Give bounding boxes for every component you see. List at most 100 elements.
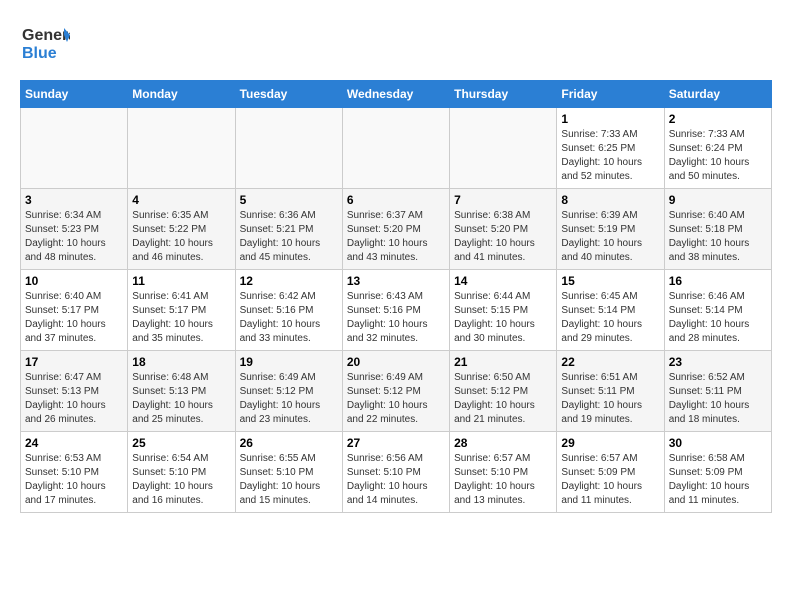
day-number: 13 <box>347 274 445 288</box>
day-number: 18 <box>132 355 230 369</box>
day-info: Sunrise: 6:57 AMSunset: 5:10 PMDaylight:… <box>454 452 552 508</box>
calendar-cell: 7 Sunrise: 6:38 AMSunset: 5:20 PMDaylight… <box>450 189 557 270</box>
day-info: Sunrise: 6:35 AMSunset: 5:22 PMDaylight:… <box>132 209 230 265</box>
day-number: 11 <box>132 274 230 288</box>
day-info: Sunrise: 7:33 AMSunset: 6:24 PMDaylight:… <box>669 128 767 184</box>
day-number: 27 <box>347 436 445 450</box>
day-info: Sunrise: 6:49 AMSunset: 5:12 PMDaylight:… <box>240 371 338 427</box>
calendar-cell: 26 Sunrise: 6:55 AMSunset: 5:10 PMDayligh… <box>235 432 342 513</box>
day-number: 14 <box>454 274 552 288</box>
day-number: 4 <box>132 193 230 207</box>
day-info: Sunrise: 6:51 AMSunset: 5:11 PMDaylight:… <box>561 371 659 427</box>
calendar-cell: 2 Sunrise: 7:33 AMSunset: 6:24 PMDaylight… <box>664 108 771 189</box>
calendar-cell: 9 Sunrise: 6:40 AMSunset: 5:18 PMDaylight… <box>664 189 771 270</box>
day-info: Sunrise: 6:43 AMSunset: 5:16 PMDaylight:… <box>347 290 445 346</box>
day-info: Sunrise: 6:50 AMSunset: 5:12 PMDaylight:… <box>454 371 552 427</box>
weekday-header-wednesday: Wednesday <box>342 81 449 108</box>
calendar-cell <box>342 108 449 189</box>
day-number: 16 <box>669 274 767 288</box>
day-info: Sunrise: 6:34 AMSunset: 5:23 PMDaylight:… <box>25 209 123 265</box>
calendar-cell: 16Sunrise: 6:46 AMSunset: 5:14 PMDayligh… <box>664 270 771 351</box>
day-info: Sunrise: 6:40 AMSunset: 5:17 PMDaylight:… <box>25 290 123 346</box>
calendar-cell: 6 Sunrise: 6:37 AMSunset: 5:20 PMDaylight… <box>342 189 449 270</box>
calendar-cell <box>128 108 235 189</box>
calendar-cell: 30 Sunrise: 6:58 AMSunset: 5:09 PMDayligh… <box>664 432 771 513</box>
day-number: 19 <box>240 355 338 369</box>
calendar-cell: 23 Sunrise: 6:52 AMSunset: 5:11 PMDayligh… <box>664 351 771 432</box>
weekday-header-friday: Friday <box>557 81 664 108</box>
calendar-cell <box>21 108 128 189</box>
day-info: Sunrise: 6:47 AMSunset: 5:13 PMDaylight:… <box>25 371 123 427</box>
day-info: Sunrise: 6:38 AMSunset: 5:20 PMDaylight:… <box>454 209 552 265</box>
calendar-cell: 29 Sunrise: 6:57 AMSunset: 5:09 PMDayligh… <box>557 432 664 513</box>
day-number: 21 <box>454 355 552 369</box>
day-info: Sunrise: 6:52 AMSunset: 5:11 PMDaylight:… <box>669 371 767 427</box>
day-number: 5 <box>240 193 338 207</box>
calendar-cell: 17 Sunrise: 6:47 AMSunset: 5:13 PMDayligh… <box>21 351 128 432</box>
weekday-header-row: SundayMondayTuesdayWednesdayThursdayFrid… <box>21 81 772 108</box>
day-info: Sunrise: 6:57 AMSunset: 5:09 PMDaylight:… <box>561 452 659 508</box>
calendar-cell: 22 Sunrise: 6:51 AMSunset: 5:11 PMDayligh… <box>557 351 664 432</box>
calendar-cell: 24 Sunrise: 6:53 AMSunset: 5:10 PMDayligh… <box>21 432 128 513</box>
day-number: 28 <box>454 436 552 450</box>
day-info: Sunrise: 6:42 AMSunset: 5:16 PMDaylight:… <box>240 290 338 346</box>
day-number: 22 <box>561 355 659 369</box>
calendar-table: SundayMondayTuesdayWednesdayThursdayFrid… <box>20 80 772 513</box>
day-number: 30 <box>669 436 767 450</box>
day-number: 8 <box>561 193 659 207</box>
calendar-cell: 8 Sunrise: 6:39 AMSunset: 5:19 PMDaylight… <box>557 189 664 270</box>
weekday-header-saturday: Saturday <box>664 81 771 108</box>
calendar-cell: 12 Sunrise: 6:42 AMSunset: 5:16 PMDayligh… <box>235 270 342 351</box>
day-info: Sunrise: 6:48 AMSunset: 5:13 PMDaylight:… <box>132 371 230 427</box>
day-info: Sunrise: 6:37 AMSunset: 5:20 PMDaylight:… <box>347 209 445 265</box>
svg-text:General: General <box>22 27 70 44</box>
calendar-week-1: 1 Sunrise: 7:33 AMSunset: 6:25 PMDaylight… <box>21 108 772 189</box>
calendar-cell: 14 Sunrise: 6:44 AMSunset: 5:15 PMDayligh… <box>450 270 557 351</box>
logo: General Blue <box>20 20 70 70</box>
day-info: Sunrise: 6:45 AMSunset: 5:14 PMDaylight:… <box>561 290 659 346</box>
calendar-week-5: 24 Sunrise: 6:53 AMSunset: 5:10 PMDayligh… <box>21 432 772 513</box>
day-info: Sunrise: 6:54 AMSunset: 5:10 PMDaylight:… <box>132 452 230 508</box>
day-info: Sunrise: 6:55 AMSunset: 5:10 PMDaylight:… <box>240 452 338 508</box>
calendar-cell <box>235 108 342 189</box>
day-number: 20 <box>347 355 445 369</box>
day-number: 29 <box>561 436 659 450</box>
calendar-cell: 13 Sunrise: 6:43 AMSunset: 5:16 PMDayligh… <box>342 270 449 351</box>
calendar-week-3: 10 Sunrise: 6:40 AMSunset: 5:17 PMDayligh… <box>21 270 772 351</box>
calendar-cell: 27Sunrise: 6:56 AMSunset: 5:10 PMDayligh… <box>342 432 449 513</box>
day-info: Sunrise: 6:49 AMSunset: 5:12 PMDaylight:… <box>347 371 445 427</box>
day-number: 7 <box>454 193 552 207</box>
day-number: 3 <box>25 193 123 207</box>
day-number: 12 <box>240 274 338 288</box>
day-number: 17 <box>25 355 123 369</box>
day-info: Sunrise: 6:44 AMSunset: 5:15 PMDaylight:… <box>454 290 552 346</box>
calendar-cell: 5 Sunrise: 6:36 AMSunset: 5:21 PMDaylight… <box>235 189 342 270</box>
day-number: 1 <box>561 112 659 126</box>
calendar-cell: 4 Sunrise: 6:35 AMSunset: 5:22 PMDaylight… <box>128 189 235 270</box>
day-info: Sunrise: 6:40 AMSunset: 5:18 PMDaylight:… <box>669 209 767 265</box>
day-number: 26 <box>240 436 338 450</box>
day-number: 23 <box>669 355 767 369</box>
svg-text:Blue: Blue <box>22 45 57 62</box>
calendar-cell: 11 Sunrise: 6:41 AMSunset: 5:17 PMDayligh… <box>128 270 235 351</box>
day-info: Sunrise: 6:36 AMSunset: 5:21 PMDaylight:… <box>240 209 338 265</box>
logo-icon: General Blue <box>20 20 70 65</box>
calendar-week-4: 17 Sunrise: 6:47 AMSunset: 5:13 PMDayligh… <box>21 351 772 432</box>
day-number: 9 <box>669 193 767 207</box>
day-info: Sunrise: 7:33 AMSunset: 6:25 PMDaylight:… <box>561 128 659 184</box>
day-number: 25 <box>132 436 230 450</box>
day-number: 10 <box>25 274 123 288</box>
calendar-cell: 3 Sunrise: 6:34 AMSunset: 5:23 PMDaylight… <box>21 189 128 270</box>
day-info: Sunrise: 6:39 AMSunset: 5:19 PMDaylight:… <box>561 209 659 265</box>
day-number: 2 <box>669 112 767 126</box>
day-info: Sunrise: 6:58 AMSunset: 5:09 PMDaylight:… <box>669 452 767 508</box>
day-number: 6 <box>347 193 445 207</box>
calendar-cell: 10 Sunrise: 6:40 AMSunset: 5:17 PMDayligh… <box>21 270 128 351</box>
calendar-cell: 15Sunrise: 6:45 AMSunset: 5:14 PMDayligh… <box>557 270 664 351</box>
weekday-header-monday: Monday <box>128 81 235 108</box>
day-info: Sunrise: 6:41 AMSunset: 5:17 PMDaylight:… <box>132 290 230 346</box>
day-number: 24 <box>25 436 123 450</box>
calendar-cell <box>450 108 557 189</box>
day-info: Sunrise: 6:53 AMSunset: 5:10 PMDaylight:… <box>25 452 123 508</box>
calendar-week-2: 3 Sunrise: 6:34 AMSunset: 5:23 PMDaylight… <box>21 189 772 270</box>
